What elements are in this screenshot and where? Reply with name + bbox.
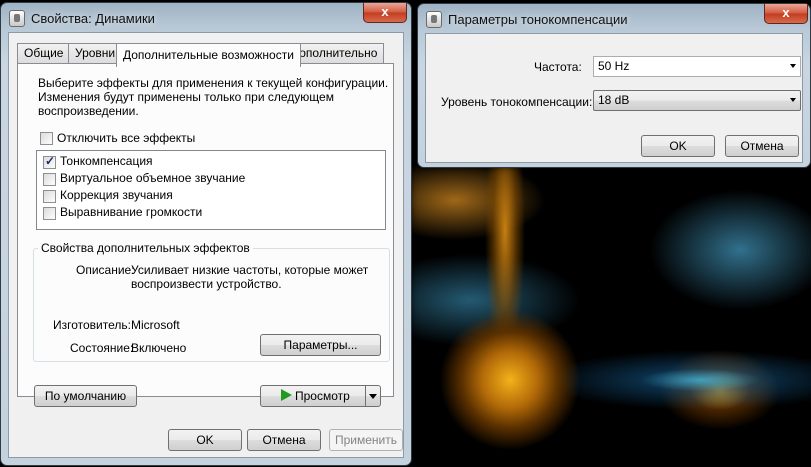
- state-value: Включено: [131, 341, 187, 355]
- close-button[interactable]: x: [764, 4, 808, 24]
- restore-defaults-button[interactable]: По умолчанию: [34, 385, 137, 407]
- effect-checkbox-loudness[interactable]: [43, 154, 56, 169]
- effect-checkbox-loudness-equalization[interactable]: [43, 207, 56, 220]
- window-title: Параметры тонокомпенсации: [448, 12, 628, 27]
- vendor-value: Microsoft: [131, 318, 180, 332]
- effect-checkbox-virtual-surround[interactable]: [43, 173, 56, 186]
- effect-label-loudness-equalization[interactable]: Выравнивание громкости: [60, 205, 202, 219]
- close-button[interactable]: x: [363, 3, 407, 23]
- dialog-body: Общие Уровни Дополнительные возможности …: [8, 32, 404, 458]
- ok-button[interactable]: OK: [641, 135, 715, 157]
- effect-label-loudness[interactable]: Тонкомпенсация: [60, 154, 153, 168]
- apply-button[interactable]: Применить: [329, 429, 403, 451]
- description-value-line-2: воспроизвести устройство.: [131, 277, 282, 291]
- cancel-button[interactable]: Отмена: [725, 135, 799, 157]
- speaker-icon: [9, 10, 25, 27]
- window-title: Свойства: Динамики: [31, 11, 155, 26]
- frequency-value: 50 Hz: [598, 59, 630, 73]
- effects-list[interactable]: Тонкомпенсация Виртуальное объемное звуч…: [36, 150, 386, 230]
- title-bar[interactable]: Параметры тонокомпенсации x: [418, 4, 810, 34]
- preview-dropdown-arrow[interactable]: [365, 386, 380, 406]
- description-label: Описание:: [76, 263, 135, 277]
- state-label: Состояние:: [70, 341, 134, 355]
- effect-label-room-correction[interactable]: Коррекция звучания: [60, 188, 173, 202]
- description-line-1: Выберите эффекты для применения к текуще…: [38, 76, 389, 90]
- effect-checkbox-room-correction[interactable]: [43, 190, 56, 203]
- preview-button[interactable]: Просмотр: [260, 385, 381, 407]
- preview-label: Просмотр: [295, 389, 350, 403]
- loudness-settings-window: Параметры тонокомпенсации x Частота: 50 …: [417, 3, 811, 168]
- tab-enhancements[interactable]: Дополнительные возможности: [116, 43, 301, 67]
- enhancements-panel: Выберите эффекты для применения к текуще…: [17, 63, 394, 407]
- description-line-2: Изменения будут применены только при сле…: [38, 90, 334, 104]
- shield-icon: [426, 11, 442, 28]
- tab-general[interactable]: Общие: [17, 43, 71, 63]
- disable-all-label[interactable]: Отключить все эффекты: [57, 131, 195, 145]
- settings-button[interactable]: Параметры...: [260, 334, 381, 356]
- group-title: Свойства дополнительных эффектов: [38, 241, 253, 255]
- loudness-level-combobox[interactable]: 18 dB: [593, 90, 801, 111]
- frequency-label: Частота:: [534, 60, 582, 74]
- effect-label-virtual-surround[interactable]: Виртуальное объемное звучание: [60, 171, 245, 185]
- disable-all-checkbox[interactable]: [40, 132, 53, 145]
- play-icon: [281, 389, 292, 401]
- cancel-button[interactable]: Отмена: [247, 429, 321, 451]
- chevron-down-icon: [790, 64, 796, 68]
- level-value: 18 dB: [598, 93, 630, 107]
- level-label: Уровень тонокомпенсации:: [441, 95, 593, 109]
- ok-button[interactable]: OK: [168, 429, 242, 451]
- frequency-combobox[interactable]: 50 Hz: [593, 56, 801, 77]
- vendor-label: Изготовитель:: [53, 318, 131, 332]
- title-bar[interactable]: Свойства: Динамики x: [1, 3, 411, 33]
- tab-levels[interactable]: Уровни: [68, 43, 123, 63]
- description-line-3: воспроизведении.: [38, 104, 139, 118]
- chevron-down-icon: [790, 98, 796, 102]
- speakers-properties-window: Свойства: Динамики x Общие Уровни Дополн…: [0, 2, 412, 466]
- dialog-body: Частота: 50 Hz Уровень тонокомпенсации: …: [425, 33, 803, 163]
- description-value-line-1: Усиливает низкие частоты, которые может: [131, 263, 369, 277]
